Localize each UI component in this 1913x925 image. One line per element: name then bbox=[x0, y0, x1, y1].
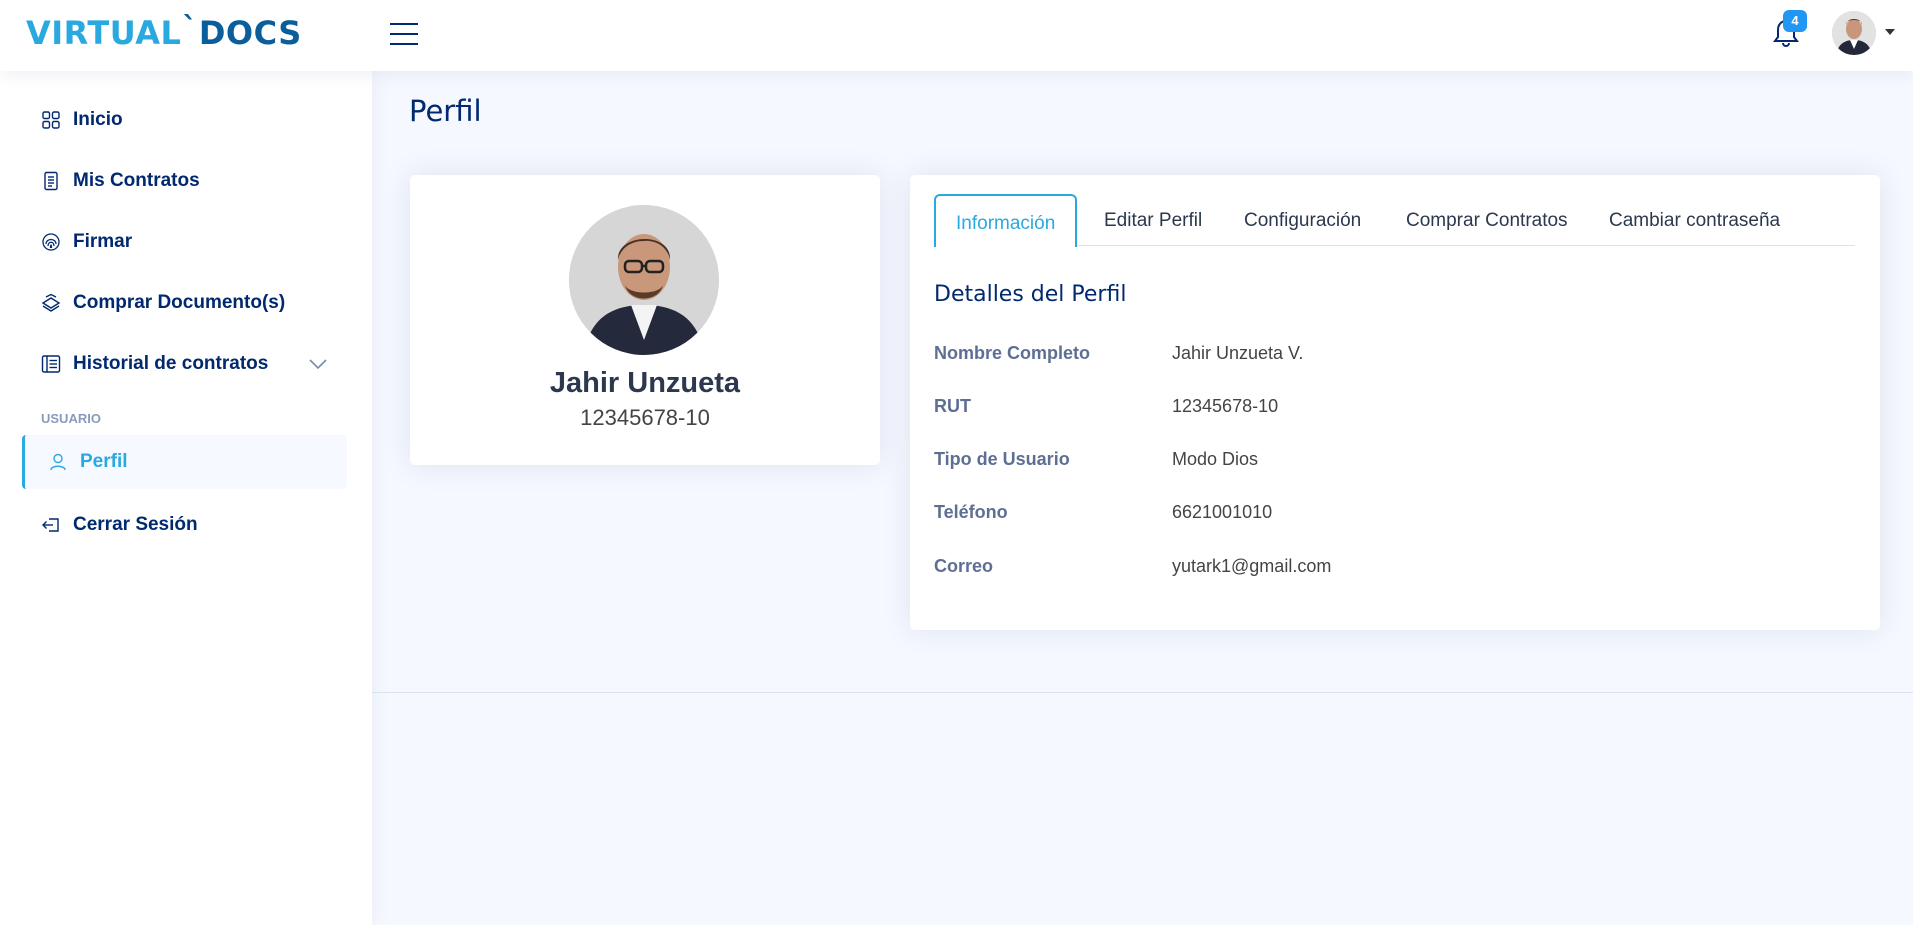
person-icon bbox=[47, 451, 69, 473]
logo-tick: ` bbox=[182, 11, 198, 46]
document-icon bbox=[40, 170, 62, 192]
sidebar-item-inicio[interactable]: Inicio bbox=[22, 93, 347, 147]
notification-badge: 4 bbox=[1783, 10, 1807, 32]
sidebar-item-perfil[interactable]: Perfil bbox=[22, 435, 347, 489]
tab-informacion[interactable]: Información bbox=[934, 194, 1078, 247]
profile-card: Jahir Unzueta 12345678-10 bbox=[410, 175, 880, 465]
logo-text-docs: DOCS bbox=[198, 14, 302, 52]
tab-comprar-contratos[interactable]: Comprar Contratos bbox=[1406, 194, 1568, 247]
stack-icon bbox=[40, 292, 62, 314]
details-title: Detalles del Perfil bbox=[934, 282, 1127, 307]
detail-label: Correo bbox=[934, 556, 994, 576]
virtualdocs-logo[interactable]: VIRTUAL`DOCS bbox=[26, 11, 302, 55]
sidebar-section-heading: USUARIO bbox=[41, 411, 101, 426]
sidebar-item-label: Historial de contratos bbox=[73, 353, 269, 374]
profile-details-card: Información Editar Perfil Configuración … bbox=[910, 175, 1880, 630]
logo-text-virtual: VIRTUAL bbox=[26, 14, 182, 52]
detail-value: 12345678-10 bbox=[1172, 396, 1279, 416]
page-title: Perfil bbox=[409, 94, 482, 128]
footer-divider bbox=[372, 692, 1913, 693]
sidebar-item-mis-contratos[interactable]: Mis Contratos bbox=[22, 154, 347, 208]
sidebar-item-cerrar-sesion[interactable]: Cerrar Sesión bbox=[22, 498, 347, 552]
hamburger-icon[interactable] bbox=[390, 23, 418, 45]
detail-value: Jahir Unzueta V. bbox=[1172, 343, 1304, 363]
profile-tabs: Información Editar Perfil Configuración … bbox=[934, 194, 1855, 247]
detail-label: Nombre Completo bbox=[934, 343, 1091, 363]
sidebar-item-historial-contratos[interactable]: Historial de contratos bbox=[22, 337, 347, 391]
logout-icon bbox=[40, 514, 62, 536]
sidebar-item-label: Firmar bbox=[73, 231, 133, 252]
detail-label: RUT bbox=[934, 396, 971, 416]
profile-avatar bbox=[569, 205, 719, 355]
detail-label: Tipo de Usuario bbox=[934, 449, 1070, 469]
sidebar: Inicio Mis Contratos Firmar Comprar Docu… bbox=[0, 71, 372, 925]
sidebar-item-firmar[interactable]: Firmar bbox=[22, 215, 347, 269]
detail-label: Teléfono bbox=[934, 502, 1008, 522]
detail-value: yutark1@gmail.com bbox=[1172, 556, 1332, 576]
top-header: VIRTUAL`DOCS 4 bbox=[0, 0, 1913, 71]
sidebar-item-label: Cerrar Sesión bbox=[73, 514, 198, 535]
sidebar-item-label: Mis Contratos bbox=[73, 170, 200, 191]
list-icon bbox=[40, 353, 62, 375]
detail-value: 6621001010 bbox=[1172, 502, 1273, 522]
user-avatar[interactable] bbox=[1832, 11, 1876, 55]
sidebar-item-comprar-documentos[interactable]: Comprar Documento(s) bbox=[22, 276, 347, 330]
sidebar-item-label: Comprar Documento(s) bbox=[73, 292, 286, 313]
profile-rut: 12345678-10 bbox=[580, 405, 710, 430]
chevron-down-icon[interactable] bbox=[309, 357, 327, 375]
tab-cambiar-contrasena[interactable]: Cambiar contraseña bbox=[1609, 194, 1780, 247]
detail-value: Modo Dios bbox=[1172, 449, 1259, 469]
avatar-dropdown-caret[interactable] bbox=[1885, 29, 1895, 35]
tab-configuracion[interactable]: Configuración bbox=[1244, 194, 1361, 247]
profile-name: Jahir Unzueta bbox=[549, 367, 741, 399]
grid-icon bbox=[40, 109, 62, 131]
tab-editar-perfil[interactable]: Editar Perfil bbox=[1104, 194, 1202, 247]
fingerprint-icon bbox=[40, 231, 62, 253]
sidebar-item-label: Perfil bbox=[80, 451, 128, 472]
sidebar-item-label: Inicio bbox=[73, 109, 123, 130]
